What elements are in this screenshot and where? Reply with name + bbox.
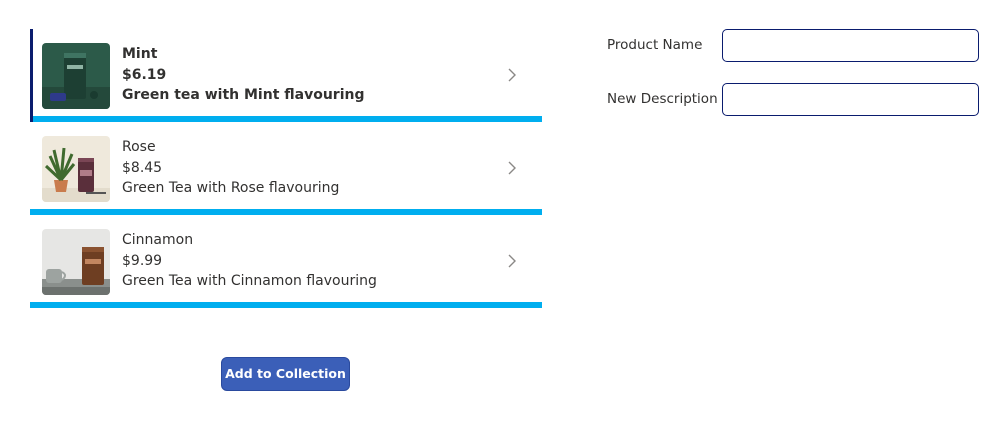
- cinnamon-tea-tin-icon: [42, 229, 110, 295]
- gallery-item-name: Cinnamon: [122, 232, 194, 248]
- gallery-item-description: Green Tea with Cinnamon flavouring: [122, 273, 377, 289]
- gallery-item-name: Rose: [122, 139, 156, 155]
- gallery-item-description: Green Tea with Rose flavouring: [122, 180, 340, 196]
- product-name-label: Product Name: [607, 37, 703, 53]
- product-name-input[interactable]: [722, 29, 979, 62]
- gallery-item-price: $8.45: [122, 159, 163, 176]
- gallery-item-rose[interactable]: Rose $8.45 Green Tea with Rose flavourin…: [30, 122, 542, 215]
- gallery-item-cinnamon[interactable]: Cinnamon $9.99 Green Tea with Cinnamon f…: [30, 215, 542, 308]
- new-description-input[interactable]: [722, 83, 979, 116]
- gallery-item-price: $9.99: [122, 252, 163, 269]
- add-to-collection-button[interactable]: Add to Collection: [221, 357, 350, 391]
- mint-tea-tin-icon: [42, 43, 110, 109]
- new-description-label: New Description: [607, 91, 718, 107]
- gallery-item-name: Mint: [122, 46, 158, 62]
- product-gallery: Mint $6.19 Green tea with Mint flavourin…: [30, 29, 542, 308]
- chevron-right-icon[interactable]: [506, 253, 518, 269]
- rose-tea-tin-icon: [42, 136, 110, 202]
- chevron-right-icon[interactable]: [506, 67, 518, 83]
- gallery-item-price: $6.19: [122, 66, 167, 83]
- chevron-right-icon[interactable]: [506, 160, 518, 176]
- gallery-item-mint[interactable]: Mint $6.19 Green tea with Mint flavourin…: [30, 29, 542, 122]
- gallery-item-description: Green tea with Mint flavouring: [122, 87, 365, 103]
